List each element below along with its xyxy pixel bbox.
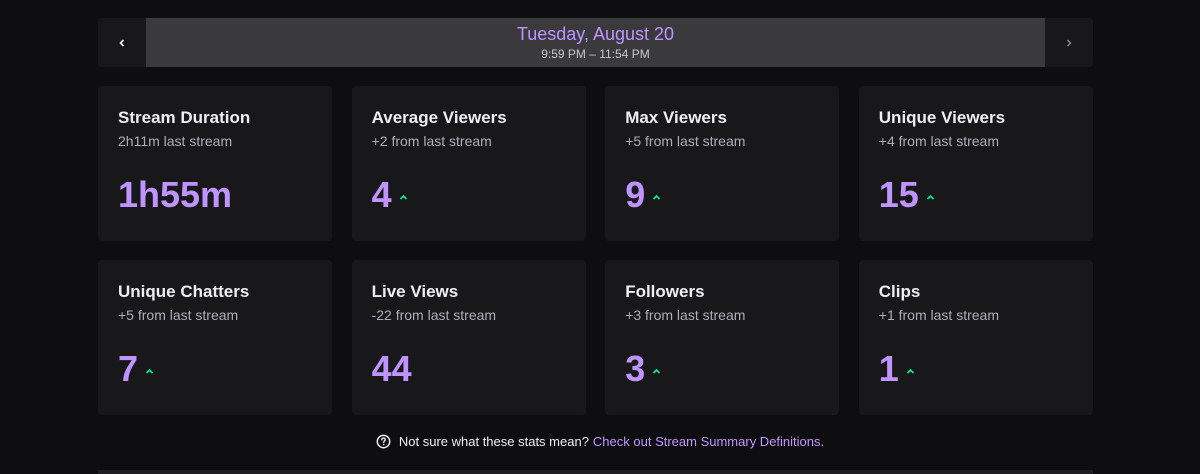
stat-comparison: +1 from last stream [878,307,999,323]
stat-value-row: 44 [372,348,412,390]
stat-title: Stream Duration [118,108,251,127]
stat-value: 1 [878,348,899,389]
stat-value: 9 [625,174,646,215]
stat-title: Live Views [371,282,459,301]
date-navigator: Tuesday, August 20 9:59 PM – 11:54 PM [98,18,1093,67]
stat-comparison: +5 from last stream [118,307,239,323]
question-circle-icon [376,434,391,449]
previous-stream-button[interactable] [98,18,146,67]
stat-value: 44 [371,348,412,389]
trend-up-icon [145,368,154,374]
stat-value-row: 7 [118,348,154,390]
stream-time-range: 9:59 PM – 11:54 PM [541,47,650,61]
stat-value: 4 [371,174,392,215]
stat-value-row: 9 [625,174,661,216]
stat-value: 3 [625,348,646,389]
stat-comparison: 2h11m last stream [118,133,233,149]
trend-up-icon [906,368,914,374]
chevron-right-icon [1067,39,1072,46]
stat-value: 1h55m [118,174,233,215]
stat-comparison: +3 from last stream [625,307,746,323]
stat-card: Average Viewers +2 from last stream 4 [351,86,586,241]
stat-value-row: 1 [879,348,915,390]
trend-up-icon [399,194,407,200]
stat-value: 7 [118,348,139,389]
stat-value-row: 15 [879,174,935,216]
stat-title: Followers [625,282,705,301]
stat-value: 15 [878,174,919,215]
stat-title: Unique Chatters [118,282,250,301]
date-display: Tuesday, August 20 9:59 PM – 11:54 PM [146,18,1045,67]
stream-date: Tuesday, August 20 [516,24,675,44]
trend-up-icon [926,194,934,200]
stat-card: Max Viewers +5 from last stream 9 [605,86,840,241]
stat-comparison: +4 from last stream [878,133,999,149]
stat-value-row: 4 [372,174,408,216]
stat-value-row: 3 [625,348,661,390]
stat-title: Unique Viewers [878,108,1006,127]
stat-comparison: -22 from last stream [371,307,497,323]
stats-grid: Stream Duration 2h11m last stream 1h55m Ave… [98,86,1093,415]
stat-card: Unique Chatters +5 from last stream 7 [98,260,332,415]
help-line: Not sure what these stats mean? Check ou… [0,434,1200,449]
trend-up-icon [653,368,661,374]
stream-summary: Tuesday, August 20 9:59 PM – 11:54 PM St… [98,18,1093,415]
stat-comparison: +5 from last stream [625,133,746,149]
divider [98,470,1093,474]
stat-title: Clips [878,282,921,301]
stat-title: Max Viewers [625,108,727,127]
stat-card: Stream Duration 2h11m last stream 1h55m [98,86,332,241]
stat-card: Unique Viewers +4 from last stream 15 [858,86,1093,241]
stat-card: Clips +1 from last stream 1 [858,260,1093,415]
stat-card: Live Views -22 from last stream 44 [351,260,586,415]
stat-title: Average Viewers [371,108,507,127]
stat-value-row: 1h55m [118,174,232,216]
chevron-left-icon [119,38,125,47]
help-text: Not sure what these stats mean? [398,434,589,449]
definitions-link[interactable]: Check out Stream Summary Definitions. [593,434,824,449]
next-stream-button[interactable] [1045,18,1093,67]
trend-up-icon [653,194,661,200]
stat-card: Followers +3 from last stream 3 [605,260,840,415]
stat-comparison: +2 from last stream [371,133,492,149]
